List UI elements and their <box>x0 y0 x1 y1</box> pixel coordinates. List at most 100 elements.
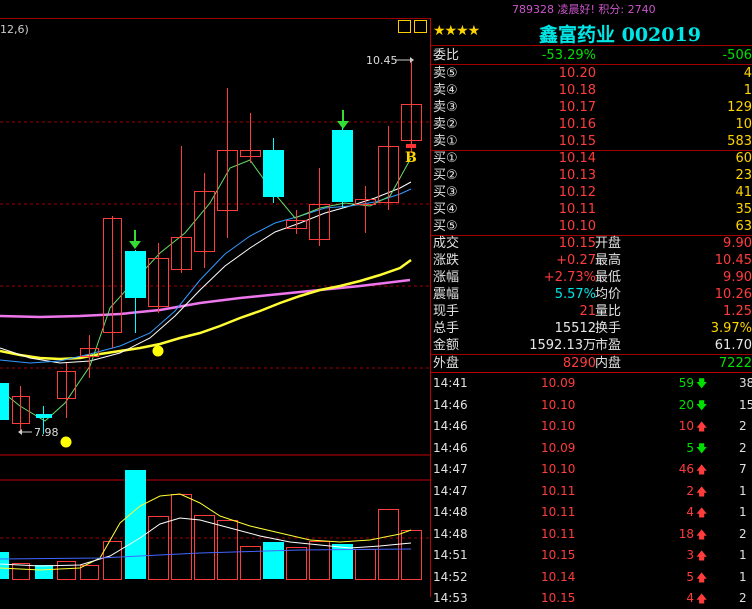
tick-row: 14:53 10.15 4 🡅 2 <box>431 588 752 609</box>
stat-value: 21 <box>579 304 596 319</box>
tick-price: 10.11 <box>541 526 576 541</box>
stat-label-2: 最高 <box>595 253 622 268</box>
buy-volume: 35 <box>735 202 752 217</box>
tick-time: 14:48 <box>433 526 468 541</box>
tick-count: 1 <box>739 483 747 498</box>
tick-row: 14:41 10.09 59 🡇 38 <box>431 373 752 394</box>
tick-row: 14:47 10.11 2 🡅 1 <box>431 481 752 502</box>
buy-price: 10.13 <box>558 168 596 183</box>
tick-volume: 20 <box>678 397 694 412</box>
volume-bar-up <box>194 515 215 580</box>
buy-price: 10.14 <box>558 151 596 166</box>
rating-stars: ★★★★ <box>433 23 480 39</box>
tick-count: 2 <box>739 526 747 541</box>
tick-row: 14:51 10.15 3 🡅 1 <box>431 545 752 566</box>
buy-volume: 60 <box>735 151 752 166</box>
tick-price: 10.10 <box>541 419 576 433</box>
stat-label-2: 量比 <box>595 304 622 319</box>
tick-price: 10.09 <box>541 376 576 390</box>
outer-inner-row: 外盘 8290 内盘 7222 <box>433 356 752 371</box>
signal-dot <box>152 345 164 357</box>
buy-row: 买① 10.14 60 <box>431 150 752 167</box>
stat-label-2: 均价 <box>595 287 622 302</box>
tick-count: 1 <box>739 569 747 584</box>
volume-bar-up <box>148 516 169 580</box>
b-marker: B <box>405 150 417 166</box>
restore-window-button[interactable] <box>398 20 411 33</box>
tick-row: 14:52 10.14 5 🡅 1 <box>431 567 752 588</box>
sell-price: 10.16 <box>558 117 596 132</box>
sell-volume: 10 <box>735 117 752 132</box>
signal-dot <box>60 436 72 448</box>
top-status-bar: 789328 凌晨好! 积分: 2740 <box>0 0 752 18</box>
candle-down <box>0 383 9 420</box>
ma-blue-line <box>0 188 412 364</box>
quote-header: ★★★★ 鑫富药业 002019 <box>431 18 752 47</box>
high-price-label: 10.45 <box>366 54 398 67</box>
tick-price: 10.09 <box>541 440 576 455</box>
quote-panel: ★★★★ 鑫富药业 002019 委比 -53.29% -506 卖⑤ 10.20… <box>431 18 752 605</box>
tick-volume: 18 <box>678 526 694 541</box>
stat-row: 震幅 5.57% 均价 10.26 <box>431 286 752 303</box>
buy-label: 买③ <box>433 185 458 200</box>
sell-price: 10.20 <box>558 66 596 81</box>
divider <box>431 45 752 46</box>
sell-volume: 583 <box>727 134 752 149</box>
buy-price: 10.10 <box>558 219 596 234</box>
sell-label: 卖① <box>433 134 458 149</box>
sell-label: 卖④ <box>433 83 458 98</box>
tick-row: 14:47 10.10 46 🡅 7 <box>431 459 752 480</box>
candles <box>0 62 422 434</box>
tick-price: 10.15 <box>541 591 576 605</box>
sell-price: 10.18 <box>558 83 596 98</box>
tick-count: 1 <box>739 548 747 562</box>
sell-row: 卖① 10.15 583 <box>431 133 752 150</box>
down-arrow-icon: 🡇 <box>696 398 708 412</box>
volume-bar-down <box>0 552 9 579</box>
stat-value: 10.15 <box>558 236 596 251</box>
tick-time: 14:52 <box>433 569 468 584</box>
up-arrow-icon: 🡅 <box>696 484 708 498</box>
weibi-row: 委比 -53.29% -506 <box>433 48 752 63</box>
tick-volume: 59 <box>678 376 694 390</box>
stat-row: 成交 10.15 开盘 9.90 <box>431 235 752 252</box>
tick-row: 14:48 10.11 18 🡅 2 <box>431 524 752 545</box>
stat-value-2: 3.97% <box>710 321 752 336</box>
tick-row: 14:48 10.11 4 🡅 1 <box>431 502 752 523</box>
buy-volume: 63 <box>735 219 752 234</box>
stat-label-2: 市盈 <box>595 338 622 353</box>
volume-bar-up <box>355 549 376 580</box>
volume-bar-up <box>12 563 30 580</box>
tick-time: 14:46 <box>433 440 468 455</box>
stat-value: 15512 <box>554 321 596 336</box>
volume-bar-down <box>125 470 146 579</box>
maximize-window-button[interactable] <box>414 20 427 33</box>
tick-time: 14:48 <box>433 505 468 519</box>
candle-down <box>263 150 284 197</box>
sell-row: 卖④ 10.18 1 <box>431 82 752 99</box>
buy-signal-arrow <box>129 230 141 249</box>
tick-count: 7 <box>739 462 747 476</box>
greeting-message: 789328 凌晨好! 积分: 2740 <box>512 3 656 16</box>
tick-price: 10.10 <box>541 397 576 412</box>
tick-volume: 5 <box>686 440 694 455</box>
tick-time: 14:53 <box>433 591 468 605</box>
sell-price: 10.15 <box>558 134 596 149</box>
stat-label: 涨幅 <box>433 270 460 285</box>
tick-row: 14:46 10.10 20 🡇 15 <box>431 395 752 416</box>
volume-bar-down <box>35 565 53 579</box>
stat-label-2: 开盘 <box>595 236 622 251</box>
volume-bar-down <box>263 542 284 579</box>
buy-row: 买③ 10.12 41 <box>431 184 752 201</box>
stock-title[interactable]: 鑫富药业 002019 <box>539 20 701 47</box>
sell-label: 卖② <box>433 117 458 132</box>
sell-volume: 129 <box>727 100 752 115</box>
stat-value: +0.27 <box>556 253 596 268</box>
tick-count: 2 <box>739 591 747 605</box>
tick-row: 14:46 10.09 5 🡇 2 <box>431 438 752 459</box>
tick-count: 1 <box>739 505 747 519</box>
sell-label: 卖③ <box>433 100 458 115</box>
sell-volume: 1 <box>743 83 752 98</box>
buy-label: 买① <box>433 151 458 166</box>
up-arrow-icon: 🡅 <box>696 506 708 519</box>
